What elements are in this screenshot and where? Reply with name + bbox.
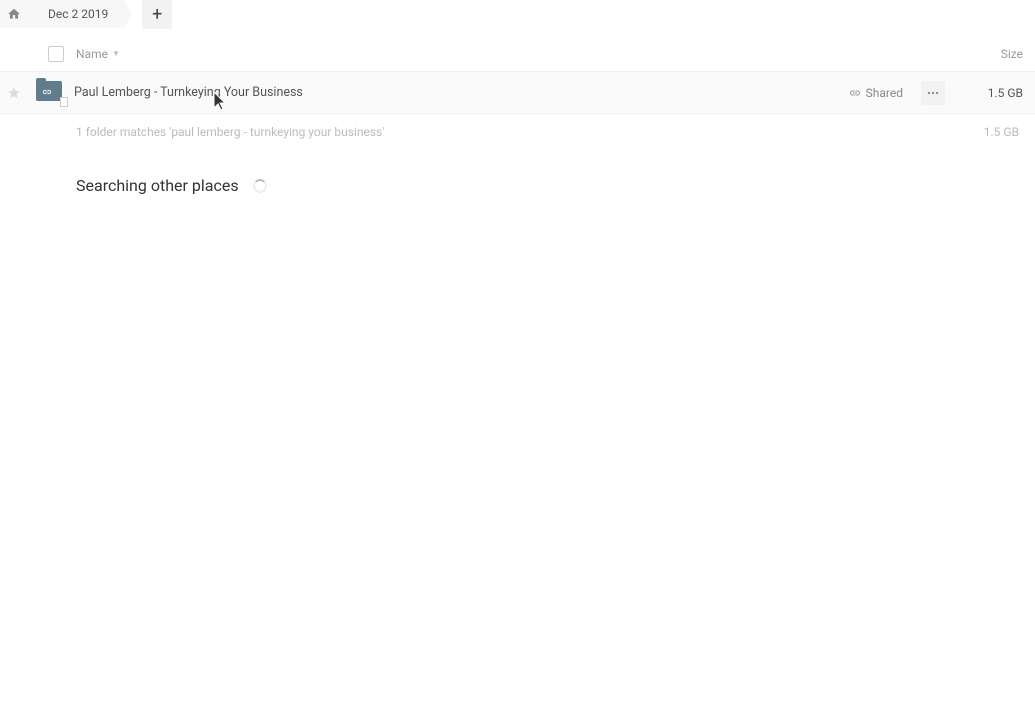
shared-indicator[interactable]: Shared — [849, 86, 903, 100]
plus-icon: + — [152, 4, 162, 25]
column-header-row: Name ▼ Size — [0, 36, 1035, 72]
loading-spinner-icon — [253, 179, 267, 193]
row-actions: Shared 1.5 GB — [849, 81, 1027, 105]
breadcrumb-current[interactable]: Dec 2 2019 — [28, 0, 124, 28]
size-column-header[interactable]: Size — [1001, 47, 1023, 61]
star-icon — [7, 86, 21, 100]
link-icon — [849, 87, 861, 99]
home-icon — [7, 7, 21, 21]
file-name[interactable]: Paul Lemberg - Turnkeying Your Business — [74, 85, 303, 100]
size-column-label: Size — [1001, 47, 1023, 61]
breadcrumb-label: Dec 2 2019 — [48, 7, 108, 21]
search-summary-text: 1 folder matches 'paul lemberg - turnkey… — [76, 125, 384, 139]
sort-caret-icon: ▼ — [112, 49, 120, 58]
name-column-label: Name — [76, 47, 108, 61]
search-summary-row: 1 folder matches 'paul lemberg - turnkey… — [0, 118, 1035, 146]
shared-label: Shared — [866, 86, 903, 100]
file-size: 1.5 GB — [963, 86, 1023, 100]
searching-label: Searching other places — [76, 176, 239, 195]
name-column-header[interactable]: Name ▼ — [76, 47, 120, 61]
link-icon — [40, 85, 54, 99]
star-toggle[interactable] — [0, 86, 28, 100]
file-badge-icon — [60, 97, 68, 107]
file-row[interactable]: Paul Lemberg - Turnkeying Your Business … — [0, 72, 1035, 114]
select-all-checkbox[interactable] — [48, 46, 64, 62]
searching-section: Searching other places — [0, 146, 1035, 195]
ellipsis-icon — [926, 86, 940, 100]
search-summary-size: 1.5 GB — [984, 125, 1019, 139]
add-button[interactable]: + — [142, 0, 172, 29]
folder-icon-wrapper — [36, 81, 66, 105]
breadcrumb-bar: Dec 2 2019 + — [0, 0, 1035, 28]
more-actions-button[interactable] — [921, 81, 945, 105]
breadcrumb-home[interactable] — [0, 0, 28, 28]
